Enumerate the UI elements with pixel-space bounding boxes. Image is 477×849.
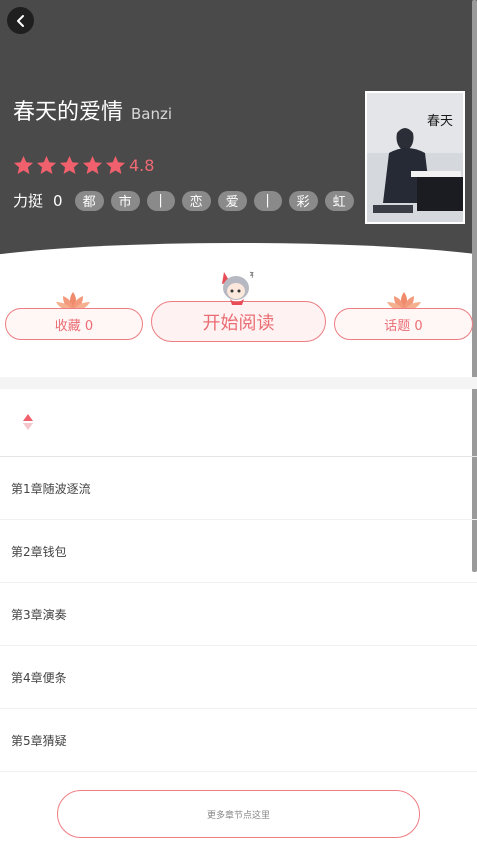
section-divider (0, 377, 477, 389)
svg-text:z: z (250, 270, 254, 278)
tag[interactable]: 恋 (181, 190, 211, 211)
push-label: 力挺 (13, 192, 44, 210)
book-cover[interactable]: 春天 (365, 91, 465, 224)
rating: 4.8 (12, 154, 154, 177)
tag[interactable]: 爱 (217, 190, 247, 211)
topic-button[interactable]: 话题 0 (334, 308, 473, 340)
chapter-list: 第1章随波逐流 第2章钱包 第3章演奏 第4章便条 第5章猜疑 (0, 456, 477, 772)
tag[interactable]: 虹 (324, 190, 354, 211)
tag[interactable]: | (253, 190, 282, 211)
star-icon (82, 155, 103, 175)
tag[interactable]: 市 (110, 190, 140, 211)
cover-title-text: 春天 (427, 114, 453, 129)
chapter-item[interactable]: 第4章便条 (0, 646, 477, 709)
chapter-item[interactable]: 第2章钱包 (0, 520, 477, 583)
tag[interactable]: 都 (74, 190, 104, 211)
meta-row: 力挺 0 都 市 | 恋 爱 | 彩 虹 (13, 190, 361, 211)
tag[interactable]: | (146, 190, 175, 211)
mascot-icon: z (222, 270, 254, 305)
title-row: 春天的爱情 Banzi (13, 94, 172, 126)
chapter-item[interactable]: 第3章演奏 (0, 583, 477, 646)
star-icon (13, 155, 34, 175)
push-count: 0 (53, 191, 63, 210)
cover-illustration: 春天 (367, 93, 463, 222)
chevron-left-icon (16, 14, 24, 27)
star-icon (105, 155, 126, 175)
more-chapters-button[interactable]: 更多章节点这里 (57, 790, 420, 838)
rating-value: 4.8 (129, 156, 155, 175)
book-author: Banzi (131, 105, 173, 123)
back-button[interactable] (7, 7, 34, 34)
rating-stars (12, 154, 127, 177)
book-header: 春天的爱情 Banzi 4.8 力挺 0 都 市 | 恋 爱 | 彩 虹 春天 (0, 0, 477, 290)
star-icon (59, 155, 80, 175)
chapter-item[interactable]: 第1章随波逐流 (0, 457, 477, 520)
tag[interactable]: 彩 (288, 190, 318, 211)
favorite-button[interactable]: 收藏 0 (5, 308, 143, 340)
star-icon (36, 155, 57, 175)
chapter-item[interactable]: 第5章猜疑 (0, 709, 477, 772)
sort-icon[interactable] (22, 413, 34, 431)
book-title: 春天的爱情 (13, 100, 124, 125)
